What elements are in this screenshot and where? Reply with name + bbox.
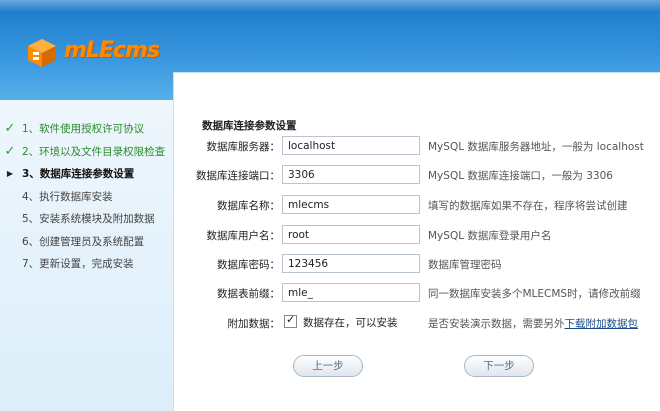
step-2: ✓ 2、环境以及文件目录权限检查	[0, 141, 172, 164]
step-label: 3、数据库连接参数设置	[22, 168, 135, 180]
db-server-input[interactable]	[282, 136, 420, 155]
step-7: 7、更新设置，完成安装	[0, 253, 172, 276]
db-port-row: 数据库连接端口： MySQL 数据库连接端口，一般为 3306	[174, 165, 660, 185]
check-icon: ✓	[4, 121, 16, 136]
extra-data-option[interactable]: ✓ 数据存在，可以安装	[284, 313, 398, 330]
next-step-button[interactable]: 下一步	[464, 355, 534, 377]
db-prefix-label: 数据表前缀：	[217, 288, 280, 300]
db-name-input[interactable]	[282, 195, 420, 214]
download-extra-data-link[interactable]: 下载附加数据包	[565, 318, 639, 330]
db-settings-panel: 数据库连接参数设置 数据库服务器： MySQL 数据库服务器地址，一般为 loc…	[173, 72, 660, 411]
db-name-label: 数据库名称：	[217, 200, 280, 212]
db-server-label: 数据库服务器：	[206, 141, 281, 153]
db-prefix-input[interactable]	[282, 283, 420, 302]
db-password-input[interactable]	[282, 254, 420, 273]
db-user-input[interactable]	[282, 225, 420, 244]
step-3: ▶ 3、数据库连接参数设置	[0, 163, 172, 186]
current-arrow-icon: ▶	[6, 169, 14, 178]
extra-data-checkbox-label: 数据存在，可以安装	[303, 317, 398, 329]
logo[interactable]: mLEcms	[24, 36, 160, 70]
db-password-row: 数据库密码： 数据库管理密码	[174, 254, 660, 274]
step-4: 4、执行数据库安装	[0, 186, 172, 209]
install-steps: ✓ 1、软件使用授权许可协议 ✓ 2、环境以及文件目录权限检查 ▶ 3、数据库连…	[0, 118, 172, 276]
db-user-label: 数据库用户名：	[206, 230, 281, 242]
logo-cube-icon	[28, 39, 56, 67]
step-label: 2、环境以及文件目录权限检查	[22, 145, 166, 158]
step-1: ✓ 1、软件使用授权许可协议	[0, 118, 172, 141]
logo-text: mLEcms	[64, 38, 160, 63]
db-port-input[interactable]	[282, 165, 420, 184]
extra-data-row: 附加数据： ✓ 数据存在，可以安装 是否安装演示数据，需要另外下载附加数据包	[174, 313, 660, 333]
check-icon: ✓	[4, 143, 16, 159]
step-label: 5、安装系统模块及附加数据	[22, 213, 155, 225]
extra-data-hint-text: 是否安装演示数据，需要另外	[428, 318, 565, 330]
step-label: 4、执行数据库安装	[22, 190, 113, 203]
db-name-hint: 填写的数据库如果不存在，程序将尝试创建	[428, 200, 628, 212]
db-user-row: 数据库用户名： MySQL 数据库登录用户名	[174, 225, 660, 245]
db-password-hint: 数据库管理密码	[428, 259, 502, 271]
db-prefix-hint: 同一数据库安装多个MLECMS时，请修改前缀	[428, 288, 641, 300]
extra-data-checkbox[interactable]: ✓	[284, 313, 297, 328]
db-port-hint: MySQL 数据库连接端口，一般为 3306	[428, 170, 613, 182]
step-label: 1、软件使用授权许可协议	[22, 123, 145, 135]
step-label: 6、创建管理员及系统配置	[22, 235, 145, 248]
db-server-row: 数据库服务器： MySQL 数据库服务器地址，一般为 localhost	[174, 136, 660, 156]
db-password-label: 数据库密码：	[217, 259, 280, 271]
prev-step-button[interactable]: 上一步	[293, 355, 363, 377]
step-6: 6、创建管理员及系统配置	[0, 231, 172, 254]
step-label: 7、更新设置，完成安装	[22, 258, 134, 270]
db-name-row: 数据库名称： 填写的数据库如果不存在，程序将尝试创建	[174, 195, 660, 215]
db-prefix-row: 数据表前缀： 同一数据库安装多个MLECMS时，请修改前缀	[174, 283, 660, 303]
db-server-hint: MySQL 数据库服务器地址，一般为 localhost	[428, 141, 644, 153]
extra-data-hint: 是否安装演示数据，需要另外下载附加数据包	[428, 316, 638, 331]
checkmark-icon: ✓	[286, 313, 296, 326]
panel-title: 数据库连接参数设置	[202, 120, 297, 132]
extra-data-label: 附加数据：	[227, 318, 281, 330]
header-shine	[0, 0, 660, 12]
step-5: 5、安装系统模块及附加数据	[0, 208, 172, 231]
db-port-label: 数据库连接端口：	[196, 170, 280, 182]
db-user-hint: MySQL 数据库登录用户名	[428, 230, 552, 242]
